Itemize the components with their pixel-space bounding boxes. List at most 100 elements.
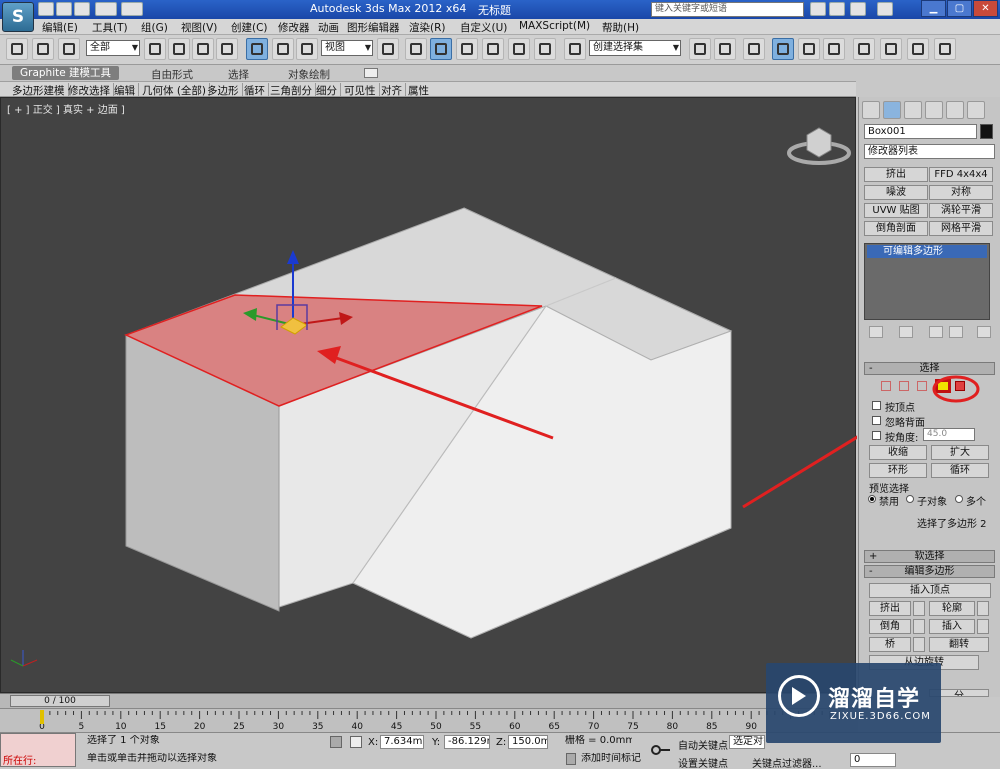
modifier-uvw-button[interactable]: UVW 贴图: [864, 203, 928, 218]
modifier-extrude-button[interactable]: 挤出: [864, 167, 928, 182]
bind-spacewarp-icon[interactable]: [58, 38, 80, 60]
lock-selection-icon[interactable]: [330, 736, 342, 748]
vertex-mode-icon[interactable]: [881, 381, 891, 391]
preview-subobject-radio[interactable]: [906, 495, 914, 503]
redo-icon[interactable]: [121, 2, 143, 16]
motion-tab-icon[interactable]: [925, 101, 943, 119]
menu-edit[interactable]: 编辑(E): [42, 20, 78, 35]
current-frame-marker[interactable]: [40, 710, 44, 724]
modifier-bevel-profile-button[interactable]: 倒角剖面: [864, 221, 928, 236]
auto-key-label[interactable]: 自动关键点: [678, 737, 728, 752]
loop-button[interactable]: 循环: [931, 463, 989, 478]
modifier-turbosmooth-button[interactable]: 涡轮平滑: [929, 203, 993, 218]
z-coord-field[interactable]: 150.0mm: [508, 735, 548, 749]
set-key-label[interactable]: 设置关键点: [678, 755, 728, 769]
menu-group[interactable]: 组(G): [141, 20, 168, 35]
layer-manager-icon[interactable]: [743, 38, 765, 60]
modifier-noise-button[interactable]: 噪波: [864, 185, 928, 200]
bevel-button[interactable]: 倒角: [869, 619, 911, 634]
panel-properties[interactable]: 属性: [408, 83, 432, 98]
angle-spinner[interactable]: 45.0: [923, 428, 975, 441]
ribbon-options-icon[interactable]: [364, 68, 378, 78]
time-slider[interactable]: 0 / 100: [10, 695, 110, 707]
show-end-result-icon[interactable]: [899, 326, 913, 338]
bevel-settings-icon[interactable]: [913, 619, 925, 634]
maxscript-listener[interactable]: 所在行:: [0, 733, 76, 767]
render-setup-icon[interactable]: [880, 38, 902, 60]
window-crossing-icon[interactable]: [216, 38, 238, 60]
by-vertex-checkbox[interactable]: [872, 401, 881, 410]
insert-vertex-button[interactable]: 插入顶点: [869, 583, 991, 598]
undo-icon[interactable]: [95, 2, 117, 16]
link-icon[interactable]: [6, 38, 28, 60]
tab-graphite[interactable]: Graphite 建模工具: [12, 66, 120, 80]
edge-mode-icon[interactable]: [899, 381, 909, 391]
align-icon[interactable]: [714, 38, 736, 60]
new-file-icon[interactable]: [38, 2, 54, 16]
help-icon[interactable]: [877, 2, 893, 16]
menu-views[interactable]: 视图(V): [181, 20, 217, 35]
key-icon[interactable]: [650, 739, 672, 761]
percent-snap-icon[interactable]: [508, 38, 530, 60]
scale-icon[interactable]: [296, 38, 318, 60]
make-unique-icon[interactable]: [929, 326, 943, 338]
viewcube-icon[interactable]: [806, 127, 832, 158]
create-tab-icon[interactable]: [862, 101, 880, 119]
open-file-icon[interactable]: [56, 2, 72, 16]
grow-button[interactable]: 扩大: [931, 445, 989, 460]
preview-multi-radio[interactable]: [955, 495, 963, 503]
tools-icon[interactable]: [829, 2, 845, 16]
configure-sets-icon[interactable]: [977, 326, 991, 338]
schematic-view-icon[interactable]: [823, 38, 845, 60]
save-file-icon[interactable]: [74, 2, 90, 16]
rendered-frame-icon[interactable]: [907, 38, 929, 60]
x-coord-field[interactable]: 7.634mm: [380, 735, 424, 749]
extrude-button[interactable]: 挤出: [869, 601, 911, 616]
hierarchy-tab-icon[interactable]: [904, 101, 922, 119]
modifier-list-dropdown[interactable]: 修改器列表: [864, 144, 995, 159]
ring-button[interactable]: 环形: [869, 463, 927, 478]
select-manipulate-icon[interactable]: [405, 38, 427, 60]
search-icon[interactable]: [810, 2, 826, 16]
mirror-icon[interactable]: [689, 38, 711, 60]
modifier-ffd-button[interactable]: FFD 4x4x4: [929, 167, 993, 182]
star-icon[interactable]: [850, 2, 866, 16]
curve-editor-icon[interactable]: [798, 38, 820, 60]
flip-button[interactable]: 翻转: [929, 637, 989, 652]
maximize-button[interactable]: ▢: [947, 0, 972, 17]
named-selection-dropdown[interactable]: 创建选择集: [589, 40, 681, 56]
utilities-tab-icon[interactable]: [967, 101, 985, 119]
object-name-field[interactable]: Box001: [864, 124, 977, 139]
panel-triangulation[interactable]: 三角剖分: [270, 83, 316, 98]
menu-rendering[interactable]: 渲染(R): [409, 20, 446, 35]
pivot-center-icon[interactable]: [377, 38, 399, 60]
inset-button[interactable]: 插入: [929, 619, 975, 634]
panel-subdivision[interactable]: 细分: [316, 83, 341, 98]
object-color-swatch[interactable]: [980, 124, 993, 139]
menu-create[interactable]: 创建(C): [231, 20, 268, 35]
modify-tab-icon[interactable]: [883, 101, 901, 119]
render-production-icon[interactable]: [934, 38, 956, 60]
outline-button[interactable]: 轮廓: [929, 601, 975, 616]
menu-maxscript[interactable]: MAXScript(M): [519, 20, 590, 32]
modifier-symmetry-button[interactable]: 对称: [929, 185, 993, 200]
select-object-icon[interactable]: [144, 38, 166, 60]
panel-align[interactable]: 对齐: [381, 83, 406, 98]
track-bar[interactable]: 0 5 10 15 20 25 30 35 40 45 50 55 60 65 70 75 80 85 90: [0, 708, 858, 732]
tab-object-paint[interactable]: 对象绘制: [288, 67, 330, 82]
panel-polygon-modeling[interactable]: 多边形建模: [12, 83, 69, 98]
modifier-meshsmooth-button[interactable]: 网格平滑: [929, 221, 993, 236]
snap-toggle-icon[interactable]: [456, 38, 478, 60]
panel-geometry-all[interactable]: 几何体 (全部): [142, 83, 211, 98]
extrude-settings-icon[interactable]: [913, 601, 925, 616]
close-button[interactable]: ✕: [973, 0, 998, 17]
rectangle-selection-icon[interactable]: [192, 38, 214, 60]
remove-modifier-icon[interactable]: [949, 326, 963, 338]
panel-polygons[interactable]: 多边形: [207, 83, 243, 98]
edit-named-sets-icon[interactable]: [564, 38, 586, 60]
panel-edit[interactable]: 编辑: [114, 83, 139, 98]
move-icon[interactable]: [246, 38, 268, 60]
bridge-button[interactable]: 桥: [869, 637, 911, 652]
rollout-edit-polygons[interactable]: - 编辑多边形: [864, 565, 995, 578]
selection-filter-dropdown[interactable]: 全部: [86, 40, 140, 56]
